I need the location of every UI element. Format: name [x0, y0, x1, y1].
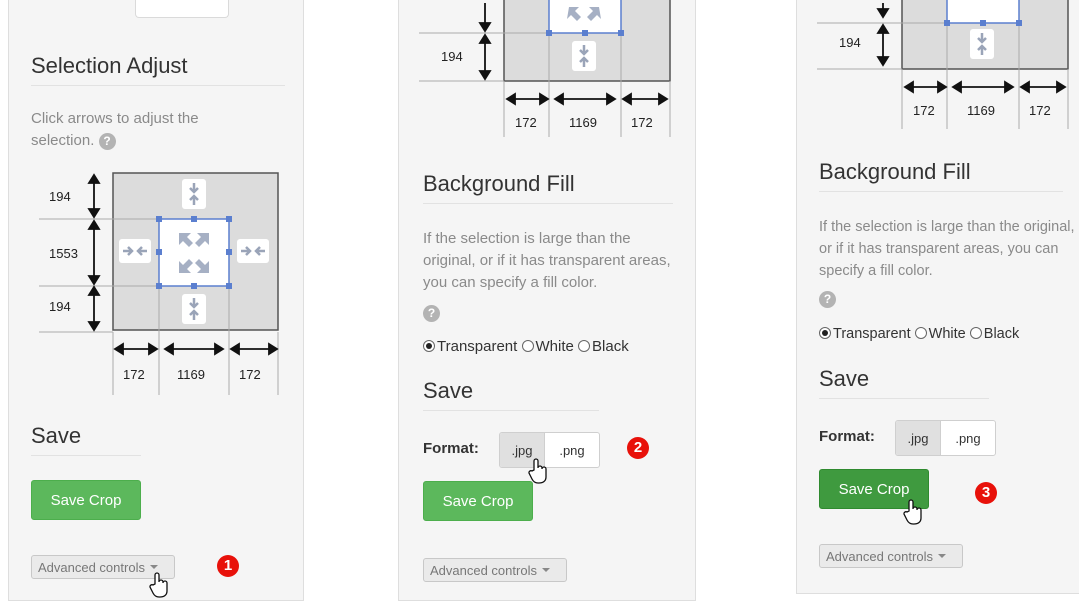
background-fill-description: If the selection is large than the origi…	[819, 216, 1075, 282]
save-title: Save	[819, 366, 989, 399]
fill-options: Transparent White Black	[423, 338, 629, 355]
format-jpg-button[interactable]: .jpg	[896, 421, 941, 455]
shrink-top-button	[182, 179, 206, 209]
dim-center: 1169	[569, 115, 597, 130]
help-icon[interactable]: ?	[423, 305, 440, 322]
panel-step-2: 194 172 1169 172 Background Fill If the …	[398, 0, 696, 601]
format-label: Format:	[819, 428, 875, 445]
option-black-label: Black	[983, 326, 1020, 342]
background-fill-description: If the selection is large than the origi…	[423, 228, 685, 294]
background-fill-title: Background Fill	[819, 159, 1063, 192]
step-marker-1: 1	[217, 555, 239, 577]
option-black-label: Black	[592, 338, 629, 355]
panel-step-3: 194 172 1169 172 Background Fill If the …	[796, 0, 1079, 594]
advanced-controls-button[interactable]: Advanced controls	[819, 544, 963, 568]
dim-right: 172	[1029, 103, 1051, 118]
radio-transparent[interactable]	[819, 327, 831, 339]
save-title: Save	[31, 423, 141, 456]
selection-adjust-widget: 194 1553 194 172 1169 172	[39, 172, 279, 395]
crop-preview-partial: 194 172 1169 172	[817, 0, 1069, 129]
panel-step-1: Selection Adjust Click arrows to adjust …	[8, 0, 304, 601]
save-crop-button[interactable]: Save Crop	[31, 480, 141, 520]
option-white-label: White	[535, 338, 574, 355]
hand-cursor-icon	[903, 499, 922, 525]
option-white-label: White	[928, 326, 966, 342]
advanced-controls-label: Advanced controls	[826, 548, 933, 564]
radio-white[interactable]	[914, 327, 927, 339]
dim-right: 172	[239, 367, 261, 382]
dim-bottom: 194	[49, 299, 71, 314]
selection-adjust-description: Click arrows to adjust the selection. ?	[31, 108, 231, 152]
advanced-controls-label: Advanced controls	[38, 559, 145, 575]
hand-cursor-icon	[528, 458, 547, 484]
advanced-controls-label: Advanced controls	[430, 562, 537, 578]
hand-cursor-icon	[149, 572, 168, 598]
dim-center: 1169	[177, 367, 205, 382]
step-marker-3: 3	[975, 482, 997, 504]
shrink-bottom-button	[182, 294, 206, 324]
dim-bottom: 194	[839, 35, 861, 50]
dim-left: 172	[123, 367, 145, 382]
crop-preview-partial: 194 172 1169 172	[419, 0, 671, 137]
fill-options: Transparent White Black	[819, 326, 1019, 342]
format-label: Format:	[423, 440, 479, 457]
background-fill-text: If the selection is large than the origi…	[423, 230, 671, 291]
advanced-controls-button[interactable]: Advanced controls	[423, 558, 567, 582]
dim-middle: 1553	[49, 246, 78, 261]
format-png-button[interactable]: .png	[941, 421, 995, 455]
dim-left: 172	[515, 115, 537, 130]
caret-down-icon	[149, 565, 158, 569]
help-icon[interactable]: ?	[819, 291, 836, 308]
dim-top: 194	[49, 189, 71, 204]
dim-center: 1169	[967, 103, 995, 118]
save-title: Save	[423, 378, 599, 411]
dim-right: 172	[631, 115, 653, 130]
option-transparent-label: Transparent	[437, 338, 518, 355]
selection-adjust-title: Selection Adjust	[31, 53, 285, 86]
format-toggle: .jpg .png	[895, 420, 996, 456]
option-transparent-label: Transparent	[833, 326, 911, 342]
dim-left: 172	[913, 103, 935, 118]
shrink-left-button	[119, 239, 151, 263]
format-png-button[interactable]: .png	[545, 433, 599, 467]
shrink-right-button	[237, 239, 269, 263]
top-control-stub	[135, 0, 229, 18]
radio-transparent[interactable]	[423, 340, 435, 352]
help-icon[interactable]: ?	[98, 132, 116, 150]
background-fill-title: Background Fill	[423, 171, 673, 204]
dim-bottom: 194	[441, 49, 463, 64]
radio-black[interactable]	[578, 340, 591, 352]
radio-black[interactable]	[969, 327, 982, 339]
caret-down-icon	[541, 568, 550, 572]
save-crop-button[interactable]: Save Crop	[423, 481, 533, 521]
caret-down-icon	[937, 554, 946, 558]
background-fill-text: If the selection is large than the origi…	[819, 219, 1075, 279]
step-marker-2: 2	[627, 437, 649, 459]
radio-white[interactable]	[521, 340, 534, 352]
